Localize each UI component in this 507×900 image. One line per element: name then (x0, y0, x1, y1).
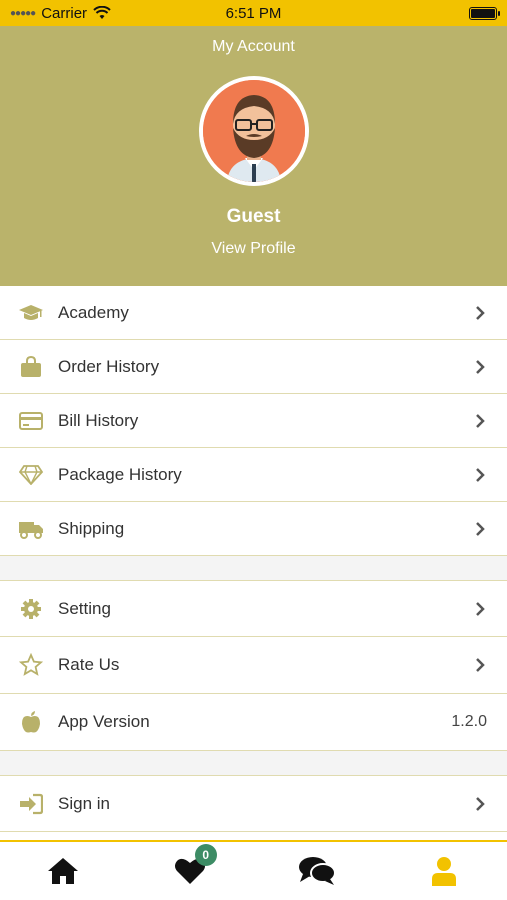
menu-item-academy[interactable]: Academy (0, 286, 507, 340)
chevron-right-icon (471, 796, 485, 811)
chevron-right-icon (471, 467, 485, 482)
menu-item-sign-in[interactable]: Sign in (0, 776, 507, 832)
menu-item-package-history[interactable]: Package History (0, 448, 507, 502)
chevron-right-icon (471, 305, 485, 320)
wifi-icon (93, 6, 111, 19)
status-bar: ●●●●● Carrier 6:51 PM (0, 0, 507, 26)
tab-bar: 0 (0, 840, 507, 900)
menu-item-app-version: App Version 1.2.0 (0, 694, 507, 751)
avatar-illustration (203, 80, 305, 182)
chevron-right-icon (471, 413, 485, 428)
menu-item-bill-history[interactable]: Bill History (0, 394, 507, 448)
menu-item-setting[interactable]: Setting (0, 581, 507, 637)
menu-label: Shipping (58, 518, 125, 538)
section-divider (0, 751, 507, 776)
menu-item-shipping[interactable]: Shipping (0, 502, 507, 556)
menu-label: Academy (58, 302, 129, 322)
signal-icon: ●●●●● (10, 7, 36, 19)
tab-home[interactable] (0, 842, 127, 900)
menu-label: Sign in (58, 793, 110, 813)
menu-label: Rate Us (58, 655, 120, 674)
chevron-right-icon (471, 658, 485, 672)
status-left: ●●●●● Carrier (10, 5, 111, 22)
app-version-value: 1.2.0 (451, 713, 487, 730)
apple-icon (18, 709, 44, 735)
graduation-cap-icon (18, 300, 44, 326)
favorites-badge: 0 (194, 844, 217, 866)
user-icon (431, 857, 456, 886)
truck-icon (18, 516, 44, 542)
view-profile-link[interactable]: View Profile (180, 240, 327, 258)
tab-chat[interactable] (254, 842, 381, 900)
chat-icon (298, 857, 336, 885)
chevron-right-icon (471, 601, 485, 616)
gear-icon (18, 596, 44, 622)
shopping-bag-icon (18, 354, 44, 380)
chevron-right-icon (471, 521, 485, 536)
star-icon (18, 652, 44, 678)
diamond-icon (18, 462, 44, 488)
credit-card-icon (18, 408, 44, 434)
tab-favorites[interactable]: 0 (127, 842, 254, 900)
menu-label: App Version (58, 712, 150, 731)
menu-label: Order History (58, 356, 160, 376)
menu-label: Package History (58, 464, 182, 484)
menu-item-rate-us[interactable]: Rate Us (0, 637, 507, 694)
chevron-right-icon (471, 359, 485, 374)
menu-label: Setting (58, 598, 111, 618)
menu-item-order-history[interactable]: Order History (0, 340, 507, 394)
page-title: My Account (212, 38, 295, 55)
account-menu: Academy Order History Bill History Packa… (0, 286, 507, 832)
tab-account[interactable] (380, 842, 507, 900)
user-name: Guest (226, 206, 281, 227)
sign-in-icon (18, 791, 44, 817)
avatar[interactable] (199, 76, 309, 186)
menu-label: Bill History (58, 410, 139, 430)
battery-icon (469, 6, 500, 20)
section-divider (0, 556, 507, 581)
home-icon (48, 858, 79, 884)
account-header: My Account Guest View Profile (0, 26, 507, 286)
carrier-label: Carrier (41, 4, 88, 22)
